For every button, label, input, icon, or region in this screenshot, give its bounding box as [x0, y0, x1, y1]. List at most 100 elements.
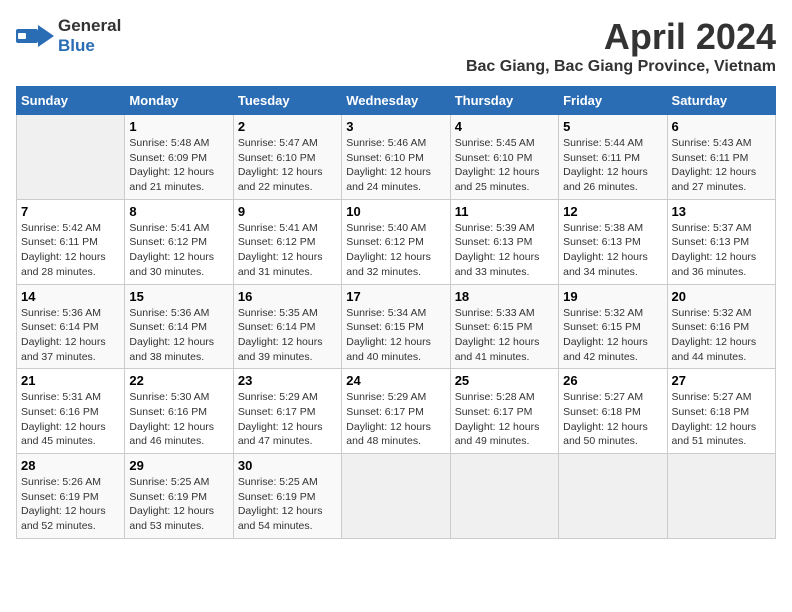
day-info: Sunrise: 5:42 AMSunset: 6:11 PMDaylight:… — [21, 221, 120, 280]
header-cell-monday: Monday — [125, 87, 233, 115]
calendar-table: SundayMondayTuesdayWednesdayThursdayFrid… — [16, 86, 776, 539]
calendar-cell: 17 Sunrise: 5:34 AMSunset: 6:15 PMDayligh… — [342, 284, 450, 369]
header: General Blue April 2024 Bac Giang, Bac G… — [16, 16, 776, 76]
logo-blue: Blue — [58, 36, 95, 55]
calendar-week-row: 14Sunrise: 5:36 AMSunset: 6:14 PMDayligh… — [17, 284, 776, 369]
day-number: 22 — [129, 373, 228, 388]
calendar-body: 1 Sunrise: 5:48 AMSunset: 6:09 PMDaylight… — [17, 115, 776, 539]
calendar-cell: 7 Sunrise: 5:42 AMSunset: 6:11 PMDaylight… — [17, 199, 125, 284]
day-info: Sunrise: 5:41 AMSunset: 6:12 PMDaylight:… — [238, 221, 337, 280]
calendar-cell — [17, 115, 125, 200]
calendar-cell: 22 Sunrise: 5:30 AMSunset: 6:16 PMDayligh… — [125, 369, 233, 454]
logo: General Blue — [16, 16, 121, 56]
day-info: Sunrise: 5:25 AMSunset: 6:19 PMDaylight:… — [129, 475, 228, 534]
calendar-cell: 28Sunrise: 5:26 AMSunset: 6:19 PMDayligh… — [17, 454, 125, 539]
calendar-week-row: 7 Sunrise: 5:42 AMSunset: 6:11 PMDaylight… — [17, 199, 776, 284]
day-info: Sunrise: 5:29 AMSunset: 6:17 PMDaylight:… — [238, 390, 337, 449]
day-info: Sunrise: 5:46 AMSunset: 6:10 PMDaylight:… — [346, 136, 445, 195]
calendar-cell: 23 Sunrise: 5:29 AMSunset: 6:17 PMDayligh… — [233, 369, 341, 454]
day-number: 18 — [455, 289, 554, 304]
day-info: Sunrise: 5:34 AMSunset: 6:15 PMDaylight:… — [346, 306, 445, 365]
header-cell-wednesday: Wednesday — [342, 87, 450, 115]
calendar-header-row: SundayMondayTuesdayWednesdayThursdayFrid… — [17, 87, 776, 115]
day-info: Sunrise: 5:30 AMSunset: 6:16 PMDaylight:… — [129, 390, 228, 449]
calendar-cell — [342, 454, 450, 539]
day-info: Sunrise: 5:36 AMSunset: 6:14 PMDaylight:… — [21, 306, 120, 365]
day-info: Sunrise: 5:31 AMSunset: 6:16 PMDaylight:… — [21, 390, 120, 449]
day-info: Sunrise: 5:29 AMSunset: 6:17 PMDaylight:… — [346, 390, 445, 449]
calendar-cell: 9 Sunrise: 5:41 AMSunset: 6:12 PMDaylight… — [233, 199, 341, 284]
day-info: Sunrise: 5:38 AMSunset: 6:13 PMDaylight:… — [563, 221, 662, 280]
header-cell-saturday: Saturday — [667, 87, 775, 115]
calendar-cell: 1 Sunrise: 5:48 AMSunset: 6:09 PMDaylight… — [125, 115, 233, 200]
header-cell-thursday: Thursday — [450, 87, 558, 115]
day-number: 29 — [129, 458, 228, 473]
day-number: 11 — [455, 204, 554, 219]
calendar-cell: 12 Sunrise: 5:38 AMSunset: 6:13 PMDayligh… — [559, 199, 667, 284]
day-info: Sunrise: 5:39 AMSunset: 6:13 PMDaylight:… — [455, 221, 554, 280]
day-number: 30 — [238, 458, 337, 473]
calendar-cell: 16 Sunrise: 5:35 AMSunset: 6:14 PMDayligh… — [233, 284, 341, 369]
day-number: 12 — [563, 204, 662, 219]
calendar-cell: 19Sunrise: 5:32 AMSunset: 6:15 PMDayligh… — [559, 284, 667, 369]
day-info: Sunrise: 5:44 AMSunset: 6:11 PMDaylight:… — [563, 136, 662, 195]
day-number: 23 — [238, 373, 337, 388]
calendar-cell: 15Sunrise: 5:36 AMSunset: 6:14 PMDayligh… — [125, 284, 233, 369]
day-number: 25 — [455, 373, 554, 388]
day-info: Sunrise: 5:43 AMSunset: 6:11 PMDaylight:… — [672, 136, 771, 195]
day-number: 7 — [21, 204, 120, 219]
header-cell-tuesday: Tuesday — [233, 87, 341, 115]
day-number: 5 — [563, 119, 662, 134]
day-number: 9 — [238, 204, 337, 219]
calendar-cell: 2 Sunrise: 5:47 AMSunset: 6:10 PMDaylight… — [233, 115, 341, 200]
day-number: 19 — [563, 289, 662, 304]
calendar-cell: 5 Sunrise: 5:44 AMSunset: 6:11 PMDaylight… — [559, 115, 667, 200]
calendar-cell: 4Sunrise: 5:45 AMSunset: 6:10 PMDaylight… — [450, 115, 558, 200]
day-number: 10 — [346, 204, 445, 219]
day-number: 15 — [129, 289, 228, 304]
day-info: Sunrise: 5:35 AMSunset: 6:14 PMDaylight:… — [238, 306, 337, 365]
day-info: Sunrise: 5:27 AMSunset: 6:18 PMDaylight:… — [563, 390, 662, 449]
calendar-cell: 8Sunrise: 5:41 AMSunset: 6:12 PMDaylight… — [125, 199, 233, 284]
day-number: 17 — [346, 289, 445, 304]
calendar-cell: 30Sunrise: 5:25 AMSunset: 6:19 PMDayligh… — [233, 454, 341, 539]
day-info: Sunrise: 5:48 AMSunset: 6:09 PMDaylight:… — [129, 136, 228, 195]
day-number: 3 — [346, 119, 445, 134]
day-number: 24 — [346, 373, 445, 388]
day-number: 20 — [672, 289, 771, 304]
logo-icon — [16, 21, 54, 51]
day-number: 2 — [238, 119, 337, 134]
calendar-cell — [667, 454, 775, 539]
day-info: Sunrise: 5:27 AMSunset: 6:18 PMDaylight:… — [672, 390, 771, 449]
day-info: Sunrise: 5:45 AMSunset: 6:10 PMDaylight:… — [455, 136, 554, 195]
calendar-week-row: 21Sunrise: 5:31 AMSunset: 6:16 PMDayligh… — [17, 369, 776, 454]
calendar-cell: 24 Sunrise: 5:29 AMSunset: 6:17 PMDayligh… — [342, 369, 450, 454]
day-number: 6 — [672, 119, 771, 134]
day-number: 26 — [563, 373, 662, 388]
day-info: Sunrise: 5:40 AMSunset: 6:12 PMDaylight:… — [346, 221, 445, 280]
calendar-cell: 26 Sunrise: 5:27 AMSunset: 6:18 PMDayligh… — [559, 369, 667, 454]
day-number: 16 — [238, 289, 337, 304]
day-info: Sunrise: 5:47 AMSunset: 6:10 PMDaylight:… — [238, 136, 337, 195]
calendar-cell: 6 Sunrise: 5:43 AMSunset: 6:11 PMDaylight… — [667, 115, 775, 200]
calendar-cell: 29 Sunrise: 5:25 AMSunset: 6:19 PMDayligh… — [125, 454, 233, 539]
calendar-cell: 27 Sunrise: 5:27 AMSunset: 6:18 PMDayligh… — [667, 369, 775, 454]
calendar-week-row: 28Sunrise: 5:26 AMSunset: 6:19 PMDayligh… — [17, 454, 776, 539]
day-info: Sunrise: 5:33 AMSunset: 6:15 PMDaylight:… — [455, 306, 554, 365]
calendar-week-row: 1 Sunrise: 5:48 AMSunset: 6:09 PMDaylight… — [17, 115, 776, 200]
calendar-cell: 10 Sunrise: 5:40 AMSunset: 6:12 PMDayligh… — [342, 199, 450, 284]
calendar-cell: 3 Sunrise: 5:46 AMSunset: 6:10 PMDaylight… — [342, 115, 450, 200]
location-title: Bac Giang, Bac Giang Province, Vietnam — [466, 58, 776, 76]
calendar-cell: 13 Sunrise: 5:37 AMSunset: 6:13 PMDayligh… — [667, 199, 775, 284]
calendar-cell — [559, 454, 667, 539]
day-number: 8 — [129, 204, 228, 219]
month-title: April 2024 — [466, 16, 776, 58]
day-info: Sunrise: 5:37 AMSunset: 6:13 PMDaylight:… — [672, 221, 771, 280]
calendar-cell: 20 Sunrise: 5:32 AMSunset: 6:16 PMDayligh… — [667, 284, 775, 369]
day-number: 27 — [672, 373, 771, 388]
day-number: 13 — [672, 204, 771, 219]
calendar-cell: 18 Sunrise: 5:33 AMSunset: 6:15 PMDayligh… — [450, 284, 558, 369]
day-info: Sunrise: 5:32 AMSunset: 6:16 PMDaylight:… — [672, 306, 771, 365]
day-info: Sunrise: 5:28 AMSunset: 6:17 PMDaylight:… — [455, 390, 554, 449]
day-number: 1 — [129, 119, 228, 134]
